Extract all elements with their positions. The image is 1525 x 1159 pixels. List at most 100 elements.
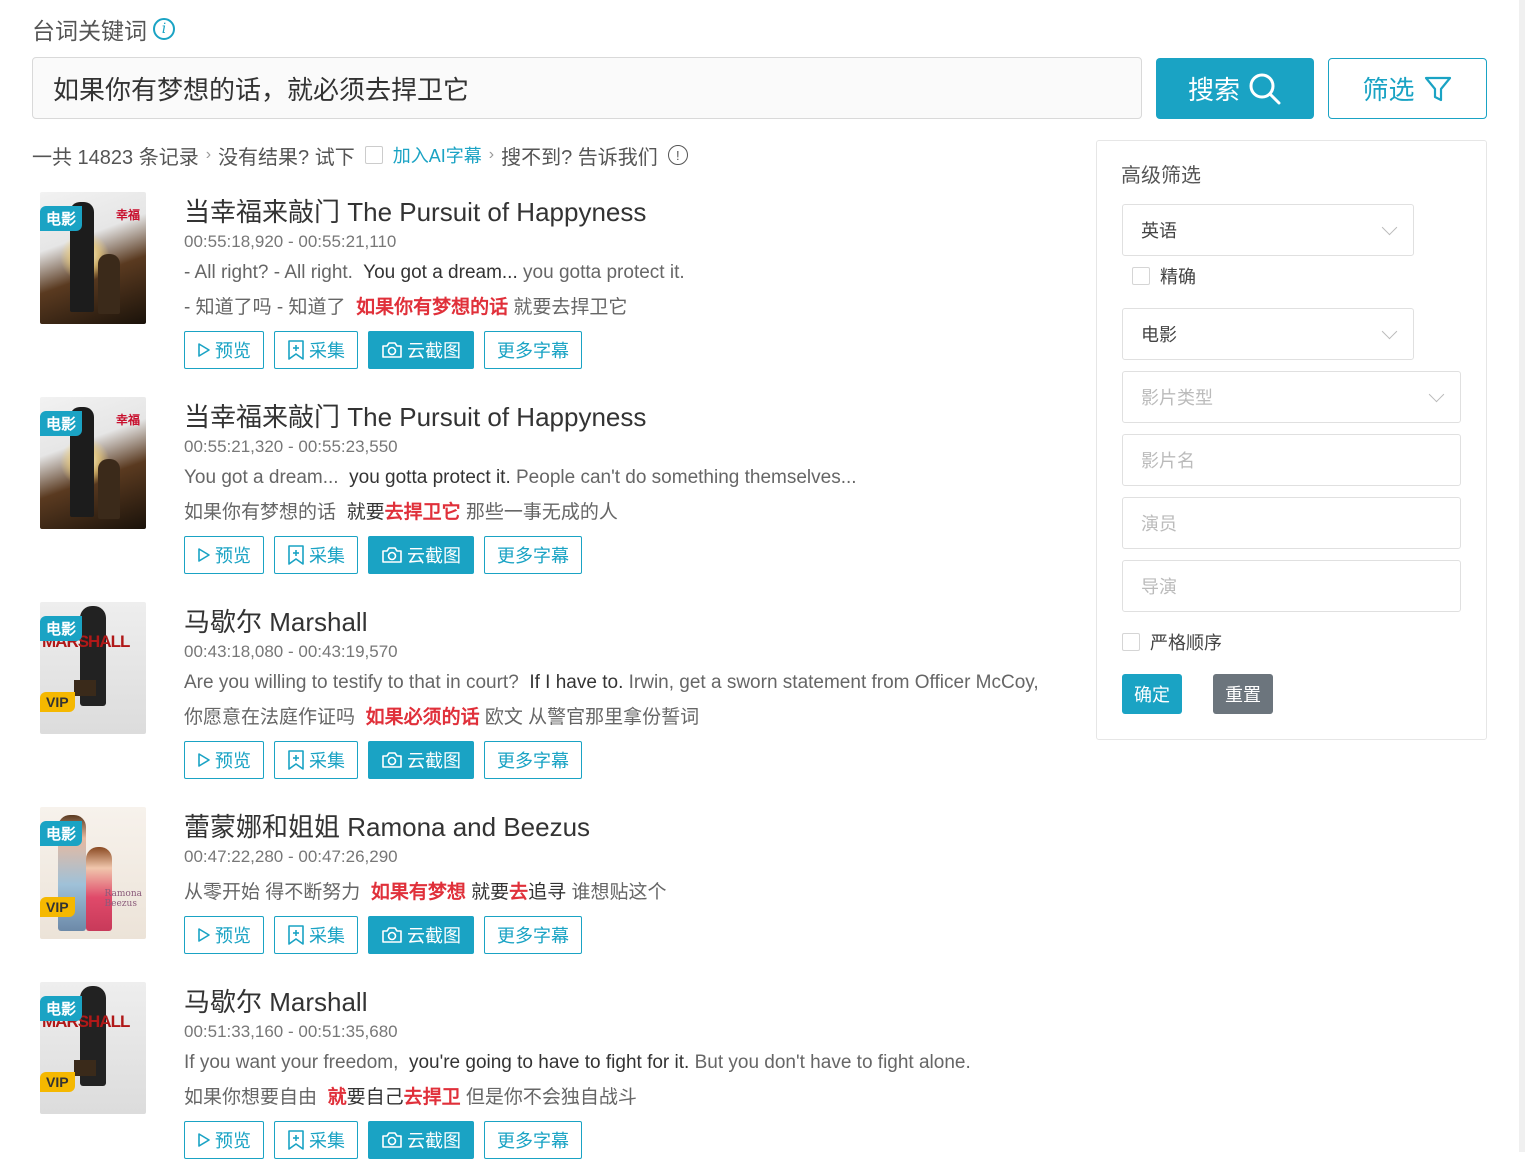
more-subtitles-button[interactable]: 更多字幕: [484, 916, 582, 954]
search-button-label: 搜索: [1187, 75, 1240, 105]
bookmark-add-icon: [288, 340, 304, 360]
movie-poster[interactable]: 幸福 电影: [40, 397, 146, 529]
more-subtitles-button[interactable]: 更多字幕: [484, 1121, 582, 1159]
screenshot-button-label: 云截图: [407, 546, 461, 566]
filter-button-label: 筛选: [1362, 75, 1415, 105]
result-item: Ramona Beezus 电影 VIP 蕾蒙娜和姐姐 Ramona and Beezu…: [32, 807, 1082, 967]
collect-button-label: 采集: [309, 1131, 345, 1151]
result-title[interactable]: 当幸福来敲门 The Pursuit of Happyness: [184, 397, 646, 434]
movie-badge: 电影: [40, 616, 83, 641]
category-value: 电影: [1141, 325, 1177, 345]
subtitle-text: You got a dream...: [184, 467, 350, 488]
exact-checkbox[interactable]: [1132, 267, 1150, 285]
category-select[interactable]: 电影: [1122, 308, 1414, 360]
advanced-filter-panel: 高级筛选 英语 精确 电影 影片类型 影片名 演员 导演 严格顺序 确定 重置: [1096, 140, 1487, 740]
more-subtitles-button[interactable]: 更多字幕: [484, 331, 582, 369]
more-subtitles-button[interactable]: 更多字幕: [484, 536, 582, 574]
screenshot-button[interactable]: 云截图: [368, 1121, 474, 1159]
timecode: 00:43:18,080 - 00:43:19,570: [184, 642, 398, 661]
vip-badge: VIP: [40, 692, 75, 712]
ai-subtitle-checkbox[interactable]: [364, 146, 383, 164]
keyword-label: 台词关键词: [32, 18, 147, 44]
genre-select[interactable]: 影片类型: [1122, 371, 1461, 423]
movie-poster[interactable]: MARSHALL 电影 VIP: [40, 982, 146, 1114]
preview-button[interactable]: 预览: [184, 1121, 264, 1159]
keyword-highlight: 如果有梦想: [370, 882, 466, 903]
subtitle-text: 追寻: [528, 882, 567, 903]
subtitle-text: - 知道了吗 - 知道了: [184, 297, 357, 318]
play-icon: [198, 753, 210, 767]
alert-icon[interactable]: !: [667, 145, 688, 165]
screenshot-button[interactable]: 云截图: [368, 916, 474, 954]
subtitle-text: If I have to.: [529, 672, 624, 693]
subtitle-chinese: 如果你想要自由 就要自己去捍卫 但是你不会独自战斗: [184, 1082, 637, 1109]
preview-button[interactable]: 预览: [184, 741, 264, 779]
film-name-placeholder: 影片名: [1141, 451, 1195, 471]
subtitle-english: Are you willing to testify to that in co…: [184, 672, 1039, 694]
reset-button[interactable]: 重置: [1213, 674, 1273, 714]
collect-button[interactable]: 采集: [274, 536, 358, 574]
ai-subtitle-link[interactable]: 加入AI字幕: [393, 142, 482, 168]
subtitle-text: you gotta protect it.: [517, 262, 685, 283]
result-title[interactable]: 当幸福来敲门 The Pursuit of Happyness: [184, 192, 646, 229]
language-select[interactable]: 英语: [1122, 204, 1414, 256]
collect-button[interactable]: 采集: [274, 1121, 358, 1159]
preview-button[interactable]: 预览: [184, 331, 264, 369]
subtitle-text: 就要: [346, 502, 385, 523]
preview-button-label: 预览: [215, 751, 251, 771]
more-subtitles-button[interactable]: 更多字幕: [484, 741, 582, 779]
confirm-button[interactable]: 确定: [1122, 674, 1182, 714]
result-title[interactable]: 马歇尔 Marshall: [184, 602, 367, 639]
info-icon[interactable]: i: [153, 18, 175, 40]
preview-button[interactable]: 预览: [184, 916, 264, 954]
preview-button[interactable]: 预览: [184, 536, 264, 574]
actor-input[interactable]: 演员: [1122, 497, 1461, 549]
play-icon: [198, 1133, 210, 1147]
more-subtitles-button-label: 更多字幕: [497, 926, 569, 946]
subtitle-text: Are you willing to testify to that in co…: [184, 672, 530, 693]
no-result-hint: 没有结果? 试下: [218, 146, 355, 169]
collect-button[interactable]: 采集: [274, 741, 358, 779]
screenshot-button-label: 云截图: [407, 341, 461, 361]
screenshot-button[interactable]: 云截图: [368, 331, 474, 369]
movie-poster[interactable]: 幸福 电影: [40, 192, 146, 324]
subtitle-text: you gotta protect it.: [349, 467, 511, 488]
result-actions: 预览 采集 云截图 更多字幕: [184, 1121, 582, 1159]
panel-title: 高级筛选: [1121, 165, 1201, 187]
result-title[interactable]: 蕾蒙娜和姐姐 Ramona and Beezus: [184, 807, 590, 844]
film-name-input[interactable]: 影片名: [1122, 434, 1461, 486]
subtitle-text: 谁想贴这个: [566, 882, 667, 903]
subtitle-text: 如果你想要自由: [184, 1087, 328, 1108]
subtitle-text: you're going to have to fight for it.: [408, 1052, 690, 1073]
movie-poster[interactable]: MARSHALL 电影 VIP: [40, 602, 146, 734]
strict-order-checkbox[interactable]: [1122, 633, 1140, 651]
strict-order-option[interactable]: 严格顺序: [1122, 629, 1222, 655]
result-title[interactable]: 马歇尔 Marshall: [184, 982, 367, 1019]
filter-button[interactable]: 筛选: [1328, 58, 1487, 119]
exact-option[interactable]: 精确: [1132, 263, 1196, 289]
screenshot-button[interactable]: 云截图: [368, 741, 474, 779]
movie-poster[interactable]: Ramona Beezus 电影 VIP: [40, 807, 146, 939]
director-input[interactable]: 导演: [1122, 560, 1461, 612]
collect-button[interactable]: 采集: [274, 331, 358, 369]
screenshot-button-label: 云截图: [407, 1131, 461, 1151]
timecode: 00:55:18,920 - 00:55:21,110: [184, 232, 397, 251]
search-input[interactable]: [32, 57, 1142, 119]
subtitle-chinese: 从零开始 得不断努力 如果有梦想 就要去追寻 谁想贴这个: [184, 877, 666, 904]
search-button[interactable]: 搜索: [1156, 58, 1314, 119]
keyword-label-row: 台词关键词 i: [32, 12, 175, 46]
subtitle-english: If you want your freedom, you're going t…: [184, 1052, 971, 1074]
search-icon: [1249, 73, 1281, 104]
subtitle-chinese: 如果你有梦想的话 就要去捍卫它 那些一事无成的人: [184, 497, 618, 524]
result-item: 幸福 电影 当幸福来敲门 The Pursuit of Happyness 00:55…: [32, 397, 1082, 574]
camera-icon: [382, 547, 402, 563]
camera-icon: [382, 927, 402, 943]
screenshot-button[interactable]: 云截图: [368, 536, 474, 574]
subtitle-text: But you don't have to fight alone.: [689, 1052, 971, 1073]
scrollbar[interactable]: [1519, 0, 1525, 1152]
report-link[interactable]: 搜不到? 告诉我们: [501, 141, 658, 170]
preview-button-label: 预览: [215, 546, 251, 566]
result-actions: 预览 采集 云截图 更多字幕: [184, 741, 582, 779]
collect-button[interactable]: 采集: [274, 916, 358, 954]
bookmark-add-icon: [288, 925, 304, 945]
